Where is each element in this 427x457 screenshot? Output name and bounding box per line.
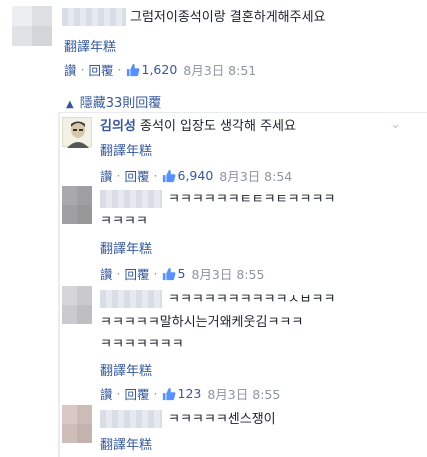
hidden-replies-toggle[interactable]: ▲ 隱藏33則回覆 [66,92,161,111]
reply-avatar[interactable] [62,405,92,443]
reply-text: ㅋㅋㅋㅋㅋㅋㅌㅌㅋㅌㅋㅋㅋㅋ [168,192,336,207]
translate-link[interactable]: 翻譯年糕 [100,140,152,159]
reply-author-redacted[interactable] [100,190,162,208]
separator: · [153,386,158,401]
thumbs-up-icon[interactable] [162,169,176,183]
reply-avatar[interactable] [62,286,92,324]
like-link[interactable]: 讚 [100,264,113,283]
translate-link[interactable]: 翻譯年糕 [100,360,152,379]
commenter-avatar[interactable] [12,6,52,46]
reply-actions: 讚 · 回覆 · 5 8月3日 8:55 [100,264,264,283]
like-count[interactable]: 6,940 [178,168,214,183]
reply-link[interactable]: 回覆 [125,264,150,283]
separator: · [116,266,121,281]
reply-author-redacted[interactable] [100,290,162,308]
reply-actions: 讚 · 回覆 · 6,940 8月3日 8:54 [100,166,292,185]
divider [58,112,427,113]
thumbs-up-icon[interactable] [126,63,140,77]
timestamp[interactable]: 8月3日 8:54 [219,166,292,185]
separator: · [116,386,121,401]
separator: · [80,62,85,77]
reply-avatar[interactable] [62,186,92,224]
separator: · [153,168,158,183]
translate-link[interactable]: 翻譯年糕 [100,434,152,453]
timestamp[interactable]: 8月3日 8:51 [183,60,256,79]
chevron-down-icon[interactable]: ⌄ [390,117,401,132]
reply-link[interactable]: 回覆 [89,60,114,79]
like-link[interactable]: 讚 [100,384,113,403]
reply-link[interactable]: 回覆 [125,384,150,403]
reply-text: ㅋㅋㅋㅋㅋ말하시는거왜케웃김ㅋㅋㅋ [100,315,304,330]
thumbs-up-icon[interactable] [162,387,176,401]
reply-text: 김의성 종석이 입장도 생각해 주세요 [100,117,296,136]
separator: · [153,266,158,281]
reply-text: ㅋㅋㅋㅋ [100,214,148,229]
reply-text: ㅋㅋㅋㅋㅋㅋㅋ [100,337,184,352]
reply-text: ㅋㅋㅋㅋㅋㅋㅋㅋㅋㅋㅅㅂㅋㅋ [168,292,336,307]
hidden-replies-label: 隱藏33則回覆 [79,96,162,111]
translate-link[interactable]: 翻譯年糕 [64,36,116,55]
timestamp[interactable]: 8月3日 8:55 [191,264,264,283]
like-link[interactable]: 讚 [64,60,77,79]
like-count[interactable]: 123 [178,386,202,401]
reply-author[interactable]: 김의성 [100,119,136,134]
reply-link[interactable]: 回覆 [125,166,150,185]
timestamp[interactable]: 8月3日 8:55 [207,384,280,403]
like-count[interactable]: 1,620 [142,62,178,77]
reply-actions: 讚 · 回覆 · 123 8月3日 8:55 [100,384,280,403]
like-link[interactable]: 讚 [100,166,113,185]
chevron-up-icon: ▲ [66,99,74,110]
comment-actions: 讚 · 回覆 · 1,620 8月3日 8:51 [64,60,256,79]
reply-body: 종석이 입장도 생각해 주세요 [140,119,296,134]
reply-avatar[interactable] [62,117,92,148]
thumbs-up-icon[interactable] [162,267,176,281]
separator: · [116,168,121,183]
commenter-name-redacted[interactable] [62,8,126,26]
comments-panel: 그럼저이종석이랑 결혼하게해주세요 翻譯年糕 讚 · 回覆 · 1,620 8月… [0,0,427,457]
like-count[interactable]: 5 [178,266,186,281]
comment-text: 그럼저이종석이랑 결혼하게해주세요 [130,10,326,25]
portrait-icon [67,121,89,148]
thread-line [58,112,60,457]
separator: · [117,62,122,77]
reply-text: ㅋㅋㅋㅋㅋ센스쟁이 [168,412,276,427]
reply-author-redacted[interactable] [100,410,162,428]
translate-link[interactable]: 翻譯年糕 [100,238,152,257]
